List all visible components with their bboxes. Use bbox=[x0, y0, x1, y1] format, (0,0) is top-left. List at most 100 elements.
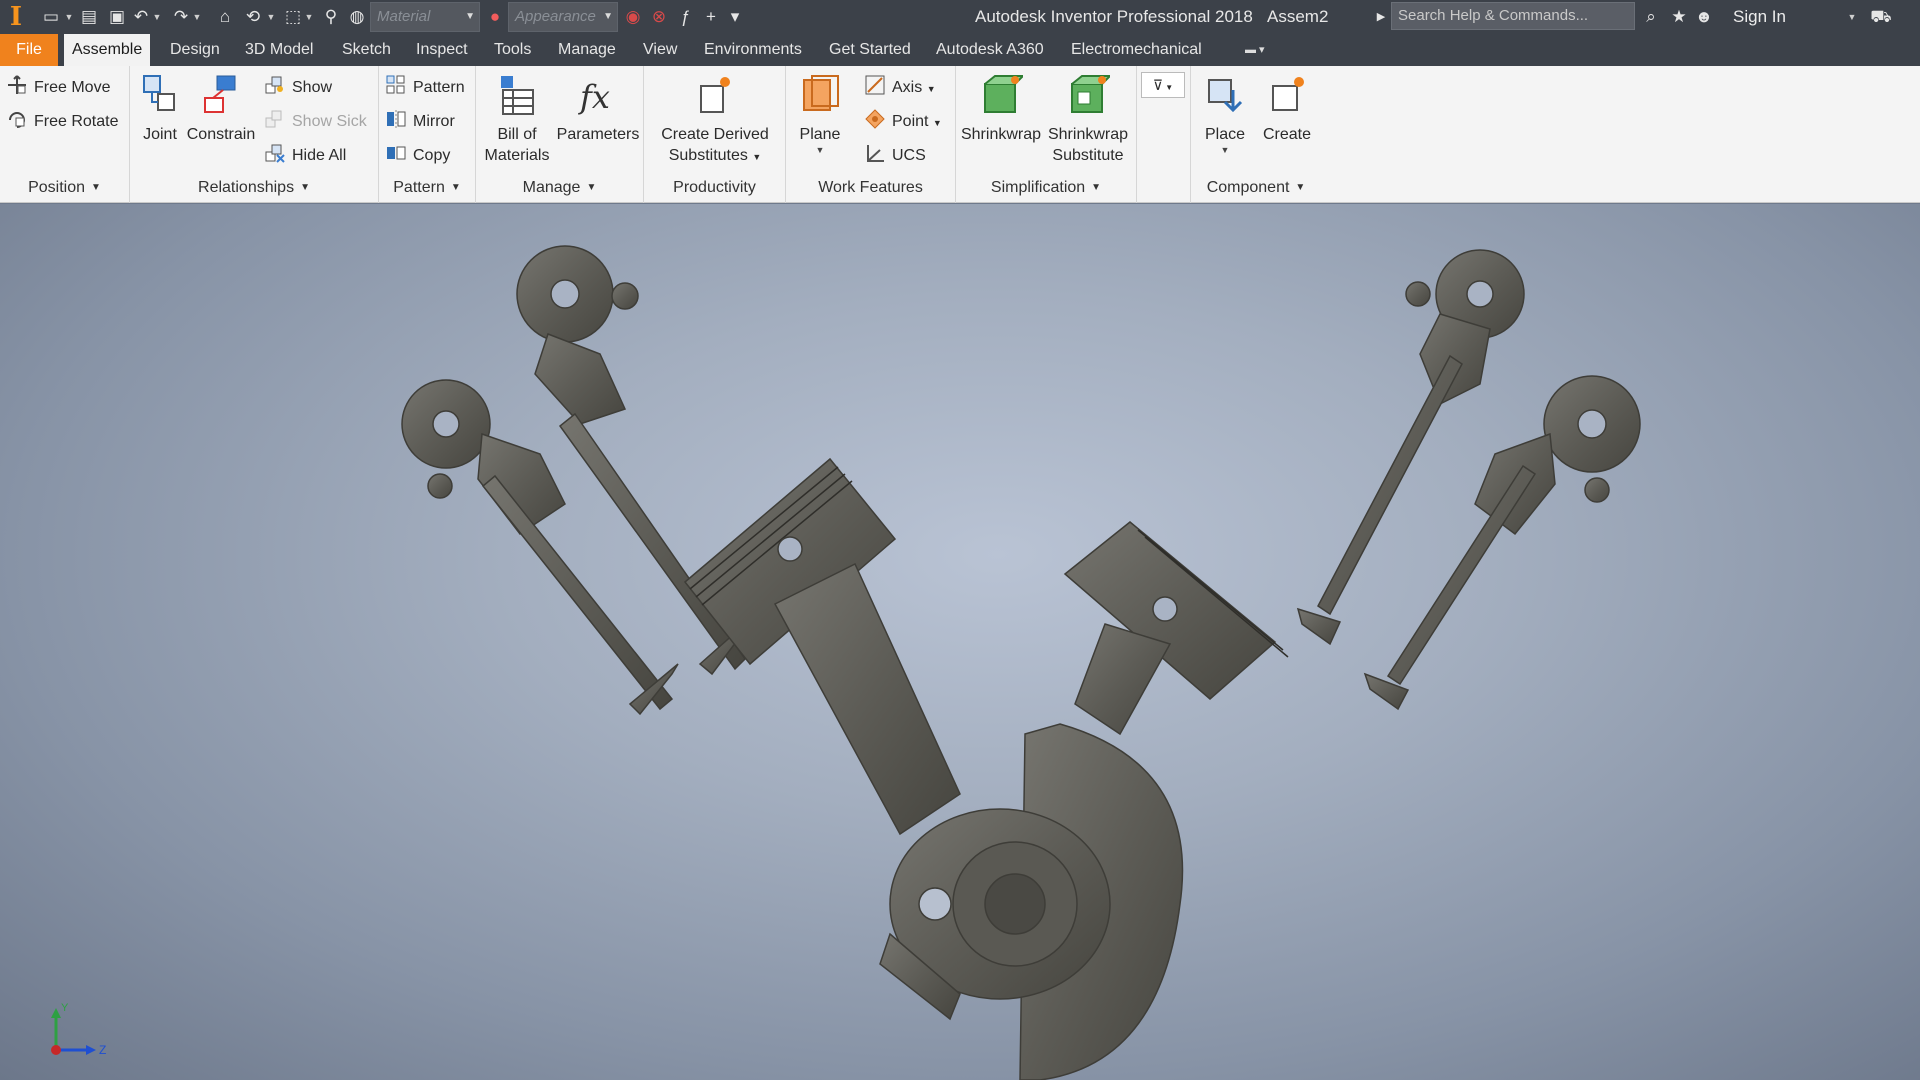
plus-icon[interactable]: + bbox=[700, 6, 722, 28]
search-input[interactable]: Search Help & Commands... bbox=[1391, 2, 1635, 30]
simplification-title-label: Simplification bbox=[990, 179, 1086, 196]
panel-manage: Bill of Materials fx Parameters Manage ▼ bbox=[476, 66, 644, 203]
axis-button[interactable]: Axis ▼ bbox=[864, 74, 936, 102]
tab-electromechanical[interactable]: Electromechanical bbox=[1063, 34, 1210, 66]
bill-of-materials-button[interactable]: Bill of Materials bbox=[478, 72, 556, 166]
save-icon[interactable]: ▣ bbox=[106, 6, 128, 28]
place-button[interactable]: Place ▼ bbox=[1195, 72, 1255, 155]
adjust-appearance-icon[interactable]: ◉ bbox=[622, 6, 644, 28]
pattern-button[interactable]: Pattern bbox=[385, 74, 465, 102]
point-button[interactable]: Point ▼ bbox=[864, 108, 942, 136]
right-valve-train[interactable] bbox=[1296, 249, 1641, 711]
copy-button[interactable]: Copy bbox=[385, 142, 450, 170]
show-label: Show bbox=[292, 79, 333, 96]
joint-label: Joint bbox=[143, 126, 177, 143]
right-piston[interactable] bbox=[1063, 521, 1289, 736]
ucs-button[interactable]: UCS bbox=[864, 142, 926, 170]
select-icon[interactable]: ⬚ bbox=[282, 6, 304, 28]
material-select[interactable]: Material ▼ bbox=[370, 2, 480, 32]
home-icon[interactable]: ⌂ bbox=[214, 6, 236, 28]
position-title-label: Position bbox=[28, 179, 85, 196]
globe-icon[interactable]: ◍ bbox=[346, 6, 368, 28]
tab-view[interactable]: View bbox=[635, 34, 685, 66]
filter-dropdown[interactable]: ⊽ ▼ bbox=[1141, 72, 1185, 98]
shrinkwrap-substitute-button[interactable]: Shrinkwrap Substitute bbox=[1044, 72, 1132, 166]
mirror-icon bbox=[387, 110, 406, 128]
create-derived-substitutes-button[interactable]: Create Derived Substitutes ▼ bbox=[648, 72, 782, 168]
new-file-icon[interactable]: ▭ bbox=[40, 6, 62, 28]
tab-get-started[interactable]: Get Started bbox=[821, 34, 919, 66]
graphics-window[interactable]: Y Z bbox=[0, 204, 1920, 1080]
panel-position-title[interactable]: Position ▼ bbox=[0, 173, 129, 203]
panel-simplification-title[interactable]: Simplification ▼ bbox=[956, 173, 1136, 203]
panel-relationships: Joint Constrain Show Show Sick Hide All … bbox=[130, 66, 379, 203]
select-caret-icon[interactable]: ▼ bbox=[304, 9, 314, 25]
cart-icon[interactable]: ⛟ bbox=[1870, 6, 1892, 28]
ribbon: Free Move Free Rotate Position ▼ Joint Co… bbox=[0, 66, 1920, 203]
tab-assemble[interactable]: Assemble bbox=[64, 34, 151, 66]
tab-design[interactable]: Design bbox=[162, 34, 228, 66]
tab-tools[interactable]: Tools bbox=[486, 34, 539, 66]
inventor-logo-icon[interactable]: I bbox=[4, 2, 28, 32]
shrinkwrap-icon bbox=[984, 75, 1023, 113]
free-rotate-button[interactable]: Free Rotate bbox=[6, 108, 118, 136]
show-sick-label: Show Sick bbox=[292, 113, 367, 130]
open-folder-icon[interactable]: ▤ bbox=[78, 6, 100, 28]
panel-pattern-title[interactable]: Pattern ▼ bbox=[379, 173, 475, 203]
tab-file[interactable]: File bbox=[0, 34, 58, 66]
mirror-button[interactable]: Mirror bbox=[385, 108, 455, 136]
create-button[interactable]: Create bbox=[1257, 72, 1317, 145]
tab-manage[interactable]: Manage bbox=[550, 34, 624, 66]
show-sick-button[interactable]: Show Sick bbox=[264, 108, 367, 136]
tab-3d-model[interactable]: 3D Model bbox=[237, 34, 321, 66]
undo-icon[interactable]: ↶ bbox=[130, 6, 152, 28]
panel-relationships-title[interactable]: Relationships ▼ bbox=[130, 173, 378, 203]
clear-appearance-icon[interactable]: ⊗ bbox=[648, 6, 670, 28]
free-move-icon bbox=[8, 75, 26, 94]
redo-caret-icon[interactable]: ▼ bbox=[192, 9, 202, 25]
work-features-title-label: Work Features bbox=[818, 179, 923, 196]
tab-environments[interactable]: Environments bbox=[696, 34, 810, 66]
ribbon-display-toggle-icon[interactable]: ▬ ▾ bbox=[1245, 42, 1273, 58]
constrain-button[interactable]: Constrain bbox=[186, 72, 256, 145]
create-component-icon bbox=[1272, 77, 1304, 111]
relationships-title-label: Relationships bbox=[198, 179, 295, 196]
redo-icon[interactable]: ↷ bbox=[170, 6, 192, 28]
update-icon[interactable]: ⟲ bbox=[242, 6, 264, 28]
show-button[interactable]: Show bbox=[264, 74, 332, 102]
tab-inspect[interactable]: Inspect bbox=[408, 34, 476, 66]
view-triad[interactable]: Y Z bbox=[40, 994, 110, 1064]
tab-sketch[interactable]: Sketch bbox=[334, 34, 399, 66]
free-move-button[interactable]: Free Move bbox=[6, 74, 110, 102]
parameters-button[interactable]: fx Parameters bbox=[556, 72, 640, 145]
panel-manage-title[interactable]: Manage ▼ bbox=[476, 173, 643, 203]
sign-in-caret-icon[interactable]: ▼ bbox=[1847, 9, 1857, 25]
favorites-star-icon[interactable]: ★ bbox=[1668, 6, 1690, 28]
new-file-caret-icon[interactable]: ▼ bbox=[64, 9, 74, 25]
customize-caret-icon[interactable]: ▾ bbox=[724, 6, 746, 28]
measure-icon[interactable]: ⚲ bbox=[320, 6, 342, 28]
window-title: Autodesk Inventor Professional 2018 Asse… bbox=[975, 0, 1328, 34]
plane-label: Plane bbox=[799, 126, 841, 143]
binoculars-icon[interactable]: ⌕ bbox=[1640, 6, 1662, 28]
panel-component-title[interactable]: Component ▼ bbox=[1191, 173, 1321, 203]
x-axis-origin-icon bbox=[51, 1045, 61, 1055]
update-caret-icon[interactable]: ▼ bbox=[266, 9, 276, 25]
fx-parameters-icon[interactable]: ƒ bbox=[674, 6, 696, 28]
sign-in-link[interactable]: Sign In bbox=[1733, 0, 1786, 34]
appearance-sphere-icon[interactable]: ● bbox=[484, 6, 506, 28]
chevron-down-icon: ▼ bbox=[1091, 182, 1102, 193]
appearance-select[interactable]: Appearance ▼ bbox=[508, 2, 618, 32]
tab-autodesk-a360[interactable]: Autodesk A360 bbox=[928, 34, 1052, 66]
search-placeholder: Search Help & Commands... bbox=[1398, 7, 1589, 24]
hide-all-button[interactable]: Hide All bbox=[264, 142, 346, 170]
engine-assembly-model[interactable] bbox=[0, 204, 1920, 1080]
pattern-label: Pattern bbox=[413, 79, 465, 96]
plane-button[interactable]: Plane ▼ bbox=[790, 72, 850, 155]
expand-search-icon[interactable]: ▶ bbox=[1370, 6, 1392, 28]
undo-caret-icon[interactable]: ▼ bbox=[152, 9, 162, 25]
shrinkwrap-button[interactable]: Shrinkwrap bbox=[959, 72, 1043, 145]
joint-button[interactable]: Joint bbox=[136, 72, 184, 145]
shrinkwrap-sub-label-line2: Substitute bbox=[1052, 147, 1124, 164]
left-valve-train[interactable] bbox=[401, 245, 747, 716]
